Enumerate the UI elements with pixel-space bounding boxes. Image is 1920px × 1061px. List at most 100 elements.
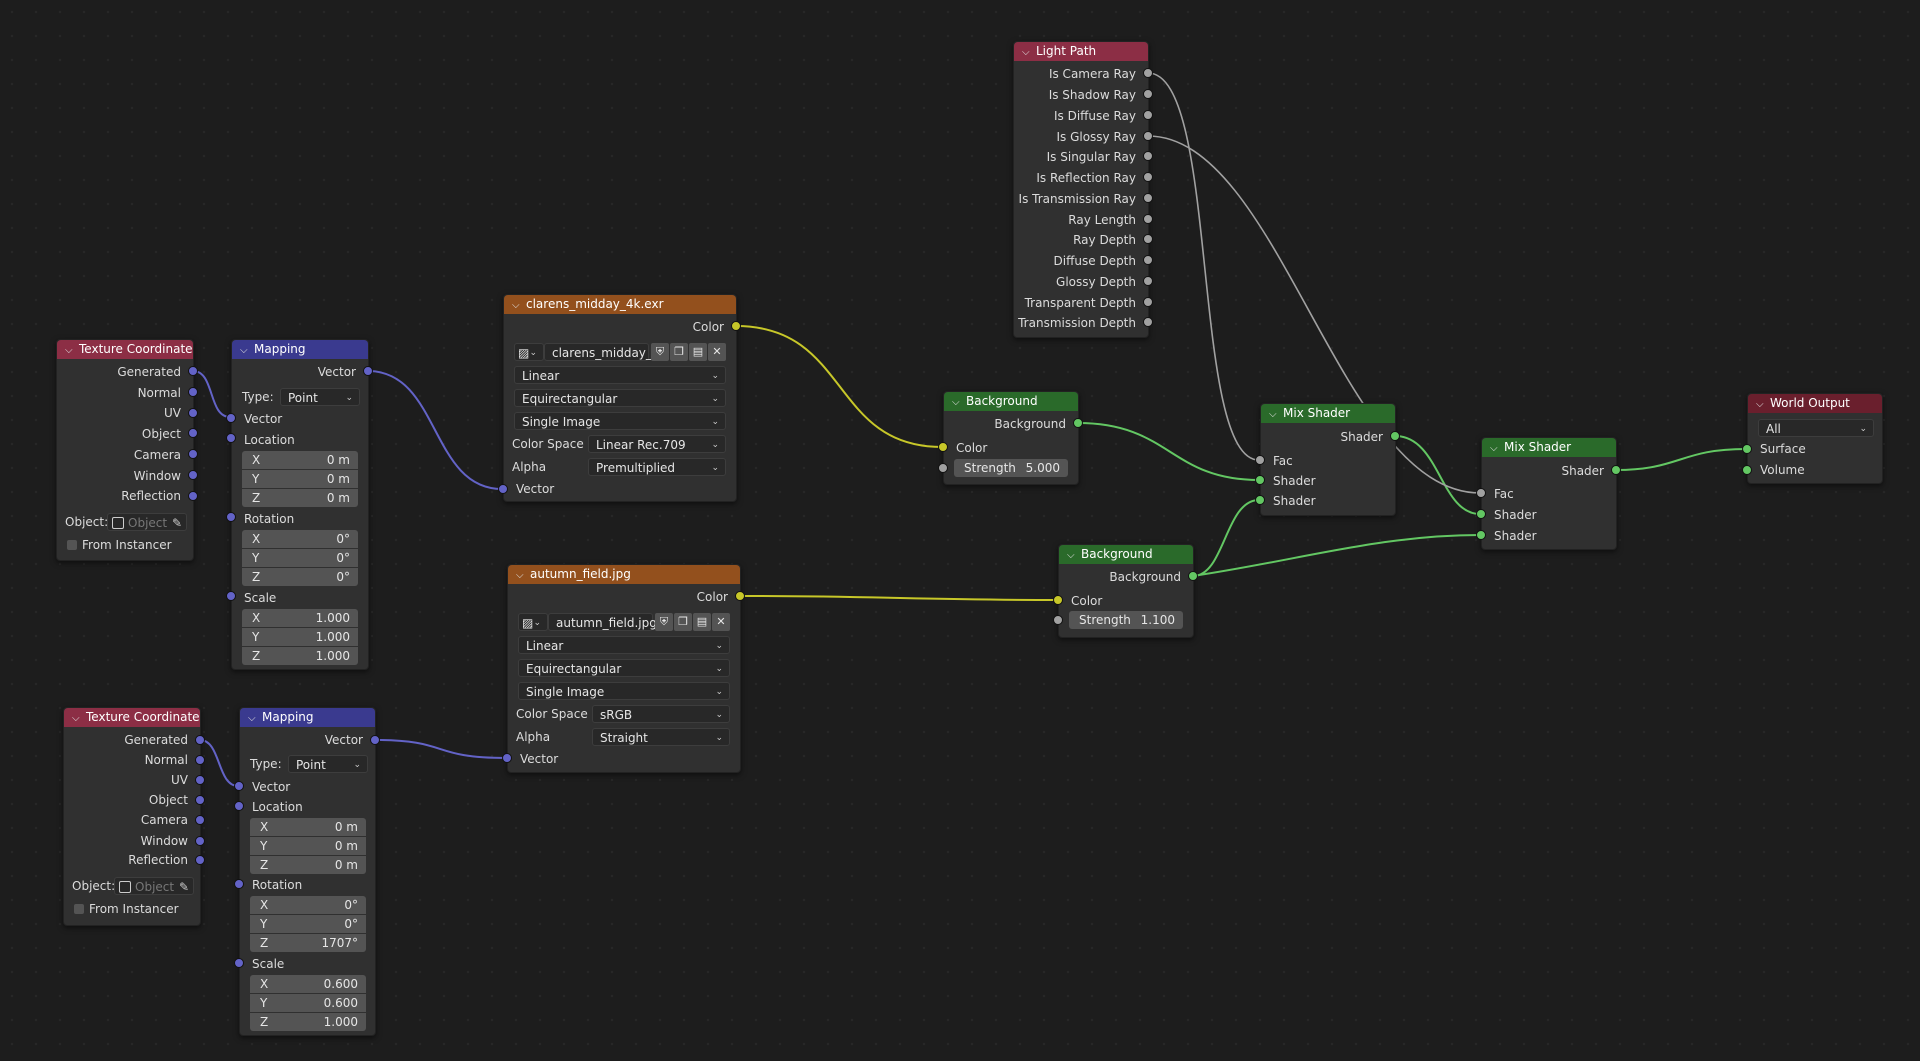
socket-rotation[interactable] — [234, 879, 244, 889]
scale-x-field[interactable]: X 1.000 — [242, 609, 358, 627]
socket-shader-out[interactable] — [1611, 465, 1621, 475]
chevron-down-icon[interactable]: ⌵ — [72, 709, 86, 727]
location-y-field[interactable]: Y0 m — [250, 837, 366, 855]
eyedropper-icon[interactable]: ✎ — [172, 514, 182, 532]
duplicate-icon[interactable]: ❐ — [670, 343, 688, 361]
light-path-header[interactable]: ⌵ Light Path — [1014, 42, 1148, 61]
chevron-down-icon[interactable]: ⌵ — [512, 296, 526, 314]
socket-generated[interactable] — [195, 735, 205, 745]
image-browse-button[interactable]: ▨ ⌄ — [518, 613, 548, 631]
chevron-down-icon[interactable]: ⌵ — [1269, 405, 1283, 423]
texture-coordinate-node-2[interactable]: ⌵ Texture Coordinate Generated Normal UV … — [63, 707, 201, 926]
socket-vector-in[interactable] — [226, 413, 236, 423]
mix-shader-header[interactable]: ⌵ Mix Shader — [1261, 404, 1395, 423]
socket-color-out[interactable] — [731, 321, 741, 331]
projection-dropdown[interactable]: Equirectangular ⌄ — [514, 389, 726, 407]
rotation-x-field[interactable]: X 0° — [250, 896, 366, 914]
eyedropper-icon[interactable]: ✎ — [179, 878, 189, 896]
texture-coordinate-node-1[interactable]: ⌵ Texture Coordinate Generated Normal UV … — [56, 339, 194, 561]
chevron-down-icon[interactable]: ⌵ — [1756, 395, 1770, 413]
socket-strength-in[interactable] — [1053, 615, 1063, 625]
source-dropdown[interactable]: Single Image ⌄ — [514, 412, 726, 430]
object-field[interactable]: Object ✎ — [114, 877, 194, 895]
socket-shader-a-in[interactable] — [1255, 475, 1265, 485]
socket-rotation[interactable] — [226, 512, 236, 522]
socket-color-in[interactable] — [1053, 595, 1063, 605]
type-dropdown[interactable]: Point ⌄ — [288, 755, 368, 773]
socket-vector-in[interactable] — [234, 781, 244, 791]
chevron-down-icon[interactable]: ⌵ — [1490, 439, 1504, 457]
open-file-icon[interactable]: ▤ — [693, 613, 711, 631]
socket-is-camera-ray[interactable] — [1143, 68, 1153, 78]
scale-z-field[interactable]: Z 1.000 — [242, 647, 358, 665]
rotation-y-field[interactable]: Y 0° — [242, 549, 358, 567]
scale-y-field[interactable]: Y 1.000 — [242, 628, 358, 646]
background-header[interactable]: ⌵ Background — [1059, 545, 1193, 564]
image-texture-header[interactable]: ⌵ clarens_midday_4k.exr — [504, 295, 736, 314]
open-file-icon[interactable]: ▤ — [689, 343, 707, 361]
socket-background-out[interactable] — [1073, 418, 1083, 428]
mix-shader-node-2[interactable]: ⌵ Mix Shader Shader Fac Shader Shader — [1481, 437, 1617, 550]
socket-shader-b-in[interactable] — [1255, 495, 1265, 505]
rotation-z-field[interactable]: Z 1707° — [250, 934, 366, 952]
socket-is-reflection-ray[interactable] — [1143, 172, 1153, 182]
socket-vector-out[interactable] — [363, 366, 373, 376]
color-space-dropdown[interactable]: Linear Rec.709 ⌄ — [588, 435, 726, 453]
mapping-node-1[interactable]: ⌵ Mapping Vector Type: Point ⌄ Vector Loca… — [231, 339, 369, 670]
image-name-field[interactable]: autumn_field.jpg — [548, 613, 657, 631]
world-output-header[interactable]: ⌵ World Output — [1748, 394, 1882, 413]
socket-fac-in[interactable] — [1255, 455, 1265, 465]
socket-camera[interactable] — [188, 449, 198, 459]
socket-location[interactable] — [234, 801, 244, 811]
chevron-down-icon[interactable]: ⌵ — [952, 393, 966, 411]
socket-strength-in[interactable] — [938, 463, 948, 473]
socket-diffuse-depth[interactable] — [1143, 255, 1153, 265]
background-node-1[interactable]: ⌵ Background Background Color Strength 5.0… — [943, 391, 1079, 485]
socket-scale[interactable] — [234, 958, 244, 968]
fake-user-shield-icon[interactable]: ⛨ — [655, 613, 673, 631]
alpha-dropdown[interactable]: Straight ⌄ — [592, 728, 730, 746]
socket-glossy-depth[interactable] — [1143, 276, 1153, 286]
socket-ray-length[interactable] — [1143, 214, 1153, 224]
interpolation-dropdown[interactable]: Linear ⌄ — [518, 636, 730, 654]
socket-vector-in[interactable] — [498, 484, 508, 494]
socket-color-in[interactable] — [938, 442, 948, 452]
mix-shader-node-1[interactable]: ⌵ Mix Shader Shader Fac Shader Shader — [1260, 403, 1396, 516]
location-x-field[interactable]: X0 m — [250, 818, 366, 836]
socket-is-diffuse-ray[interactable] — [1143, 110, 1153, 120]
chevron-down-icon[interactable]: ⌵ — [1022, 43, 1036, 61]
scale-x-field[interactable]: X 0.600 — [250, 975, 366, 993]
chevron-down-icon[interactable]: ⌵ — [516, 566, 530, 584]
socket-normal[interactable] — [195, 755, 205, 765]
texture-coordinate-header[interactable]: ⌵ Texture Coordinate — [57, 340, 193, 359]
fake-user-shield-icon[interactable]: ⛨ — [651, 343, 669, 361]
location-y-field[interactable]: Y0 m — [242, 470, 358, 488]
socket-reflection[interactable] — [195, 855, 205, 865]
socket-shader-a-in[interactable] — [1476, 509, 1486, 519]
from-instancer-checkbox[interactable] — [74, 904, 84, 914]
rotation-y-field[interactable]: Y 0° — [250, 915, 366, 933]
socket-vector-in[interactable] — [502, 753, 512, 763]
alpha-dropdown[interactable]: Premultiplied ⌄ — [588, 458, 726, 476]
socket-object[interactable] — [188, 428, 198, 438]
interpolation-dropdown[interactable]: Linear ⌄ — [514, 366, 726, 384]
texture-coordinate-header[interactable]: ⌵ Texture Coordinate — [64, 708, 200, 727]
socket-is-singular-ray[interactable] — [1143, 151, 1153, 161]
mapping-header[interactable]: ⌵ Mapping — [232, 340, 368, 359]
socket-window[interactable] — [195, 836, 205, 846]
mapping-header[interactable]: ⌵ Mapping — [240, 708, 375, 727]
target-dropdown[interactable]: All ⌄ — [1758, 419, 1874, 437]
socket-transparent-depth[interactable] — [1143, 297, 1153, 307]
source-dropdown[interactable]: Single Image ⌄ — [518, 682, 730, 700]
location-z-field[interactable]: Z0 m — [250, 856, 366, 874]
scale-z-field[interactable]: Z 1.000 — [250, 1013, 366, 1031]
image-texture-header[interactable]: ⌵ autumn_field.jpg — [508, 565, 740, 584]
socket-window[interactable] — [188, 470, 198, 480]
socket-is-transmission-ray[interactable] — [1143, 193, 1153, 203]
socket-vector-out[interactable] — [370, 735, 380, 745]
location-z-field[interactable]: Z0 m — [242, 489, 358, 507]
socket-shader-b-in[interactable] — [1476, 530, 1486, 540]
socket-location[interactable] — [226, 433, 236, 443]
from-instancer-checkbox[interactable] — [67, 540, 77, 550]
rotation-x-field[interactable]: X 0° — [242, 530, 358, 548]
